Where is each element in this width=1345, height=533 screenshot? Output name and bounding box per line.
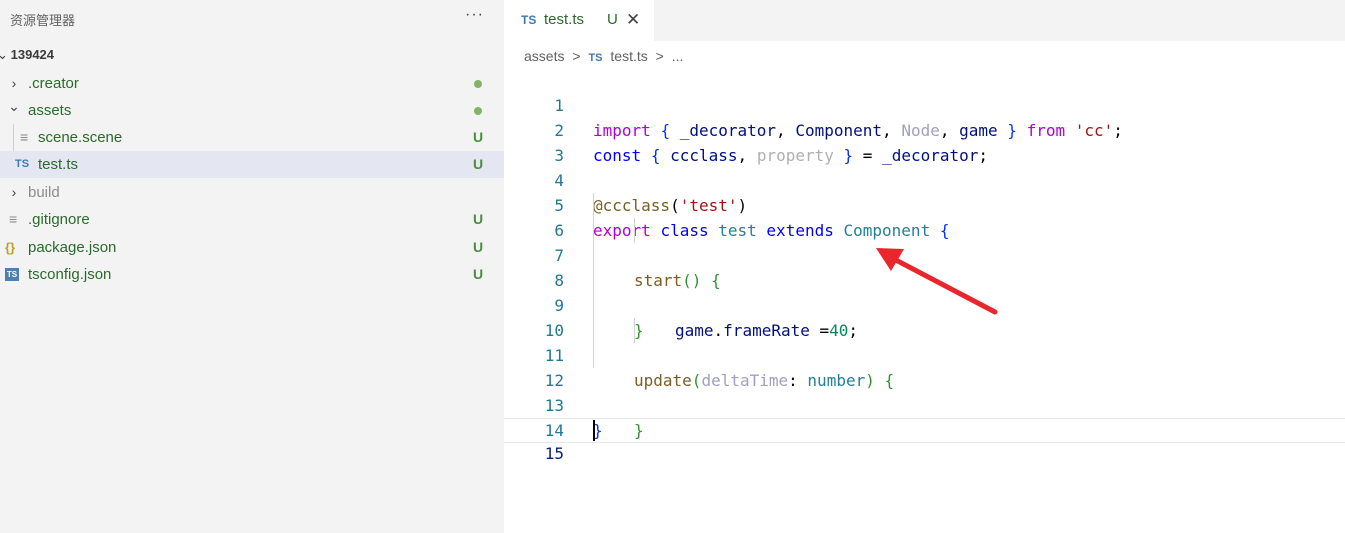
- breadcrumb: assets > TS test.ts > ...: [524, 45, 687, 67]
- more-actions-icon[interactable]: ···: [465, 6, 484, 24]
- tab-label: test.ts: [544, 11, 585, 28]
- code-line: 6 start() {: [504, 193, 1345, 290]
- code-line: 2 const { ccclass, property } = _decorat…: [504, 93, 1345, 165]
- chevron-right-icon: >: [655, 48, 664, 64]
- code-line: 3: [504, 118, 1345, 165]
- json-file-icon: {}: [5, 240, 16, 255]
- tree-item-label: .creator: [28, 75, 79, 92]
- explorer-title: 资源管理器: [10, 13, 76, 28]
- typescript-file-icon: TS: [15, 158, 30, 170]
- line-number: 15: [544, 444, 564, 463]
- code-line: 1 import { _decorator, Component, Node, …: [504, 68, 1345, 140]
- modified-dot-icon: [474, 80, 482, 88]
- typescript-file-icon: TS: [588, 52, 603, 64]
- tree-item-label: tsconfig.json: [28, 266, 112, 283]
- tree-item-label: .gitignore: [28, 211, 90, 228]
- root-folder[interactable]: ⌄ 139424: [0, 44, 54, 66]
- tree-item-label: scene.scene: [38, 129, 123, 146]
- tab-test-ts[interactable]: TS test.ts U ✕: [504, 0, 654, 41]
- indent-guide: [593, 193, 594, 218]
- untracked-status: U: [473, 129, 484, 145]
- untracked-status: U: [473, 239, 484, 255]
- breadcrumb-symbols[interactable]: ...: [672, 48, 684, 64]
- code-line: 11: [504, 318, 1345, 365]
- explorer-sidebar: 资源管理器 ··· ⌄ 139424 › .creator ⌄ assets ≡…: [0, 0, 504, 533]
- indent-guide: [593, 293, 594, 318]
- tree-item-scene[interactable]: ≡ scene.scene U: [0, 124, 504, 151]
- chevron-down-icon: ⌄: [8, 98, 20, 114]
- annotation-arrow: [876, 248, 998, 315]
- indent-guide: [593, 268, 594, 293]
- code-line: 5 export class test extends Component {: [504, 168, 1345, 240]
- tree-item-creator[interactable]: › .creator: [0, 70, 504, 97]
- code-line: 13 }: [504, 368, 1345, 440]
- arrow-shaft: [887, 254, 998, 315]
- tree-item-package-json[interactable]: {} package.json U: [0, 234, 504, 261]
- indent-guide: [634, 218, 635, 243]
- text-cursor: [593, 420, 595, 441]
- text-file-icon: ≡: [9, 211, 18, 227]
- indent-guide: [634, 318, 635, 343]
- modified-dot-icon: [474, 107, 482, 115]
- chevron-right-icon: ›: [11, 184, 17, 200]
- tree-item-label: test.ts: [38, 156, 79, 173]
- indent-guide: [593, 218, 594, 243]
- untracked-status: U: [473, 266, 484, 282]
- code-line: 4 @ccclass('test'): [504, 143, 1345, 215]
- chevron-down-icon: ⌄: [0, 47, 8, 62]
- chevron-right-icon: >: [572, 48, 581, 64]
- code-line: 12 }: [504, 343, 1345, 440]
- breadcrumb-file[interactable]: test.ts: [610, 48, 647, 64]
- root-folder-label: 139424: [10, 47, 55, 62]
- untracked-status: U: [473, 156, 484, 172]
- tree-item-gitignore[interactable]: ≡ .gitignore U: [0, 206, 504, 233]
- tree-item-tsconfig-json[interactable]: TS tsconfig.json U: [0, 261, 504, 288]
- tree-item-build[interactable]: › build: [0, 179, 504, 206]
- close-icon[interactable]: ✕: [626, 0, 640, 40]
- text-file-icon: ≡: [20, 129, 29, 145]
- code-line-current: 15: [504, 418, 1345, 463]
- tree-item-label: build: [28, 184, 60, 201]
- indent-guide: [593, 343, 594, 368]
- breadcrumb-folder[interactable]: assets: [524, 48, 564, 64]
- tab-untracked-status: U: [607, 11, 618, 28]
- tree-item-assets[interactable]: ⌄ assets: [0, 97, 504, 124]
- tree-item-label: package.json: [28, 239, 117, 256]
- tree-item-test-ts[interactable]: TS test.ts U: [0, 151, 504, 178]
- tree-item-label: assets: [28, 102, 72, 119]
- editor-tab-bar: TS test.ts U ✕: [504, 0, 1345, 41]
- indent-guide: [593, 243, 594, 268]
- tsconfig-file-icon: TS: [5, 268, 19, 281]
- untracked-status: U: [473, 211, 484, 227]
- code-line: 14: [504, 393, 1345, 440]
- indent-guide: [593, 318, 594, 343]
- typescript-file-icon: TS: [521, 13, 537, 27]
